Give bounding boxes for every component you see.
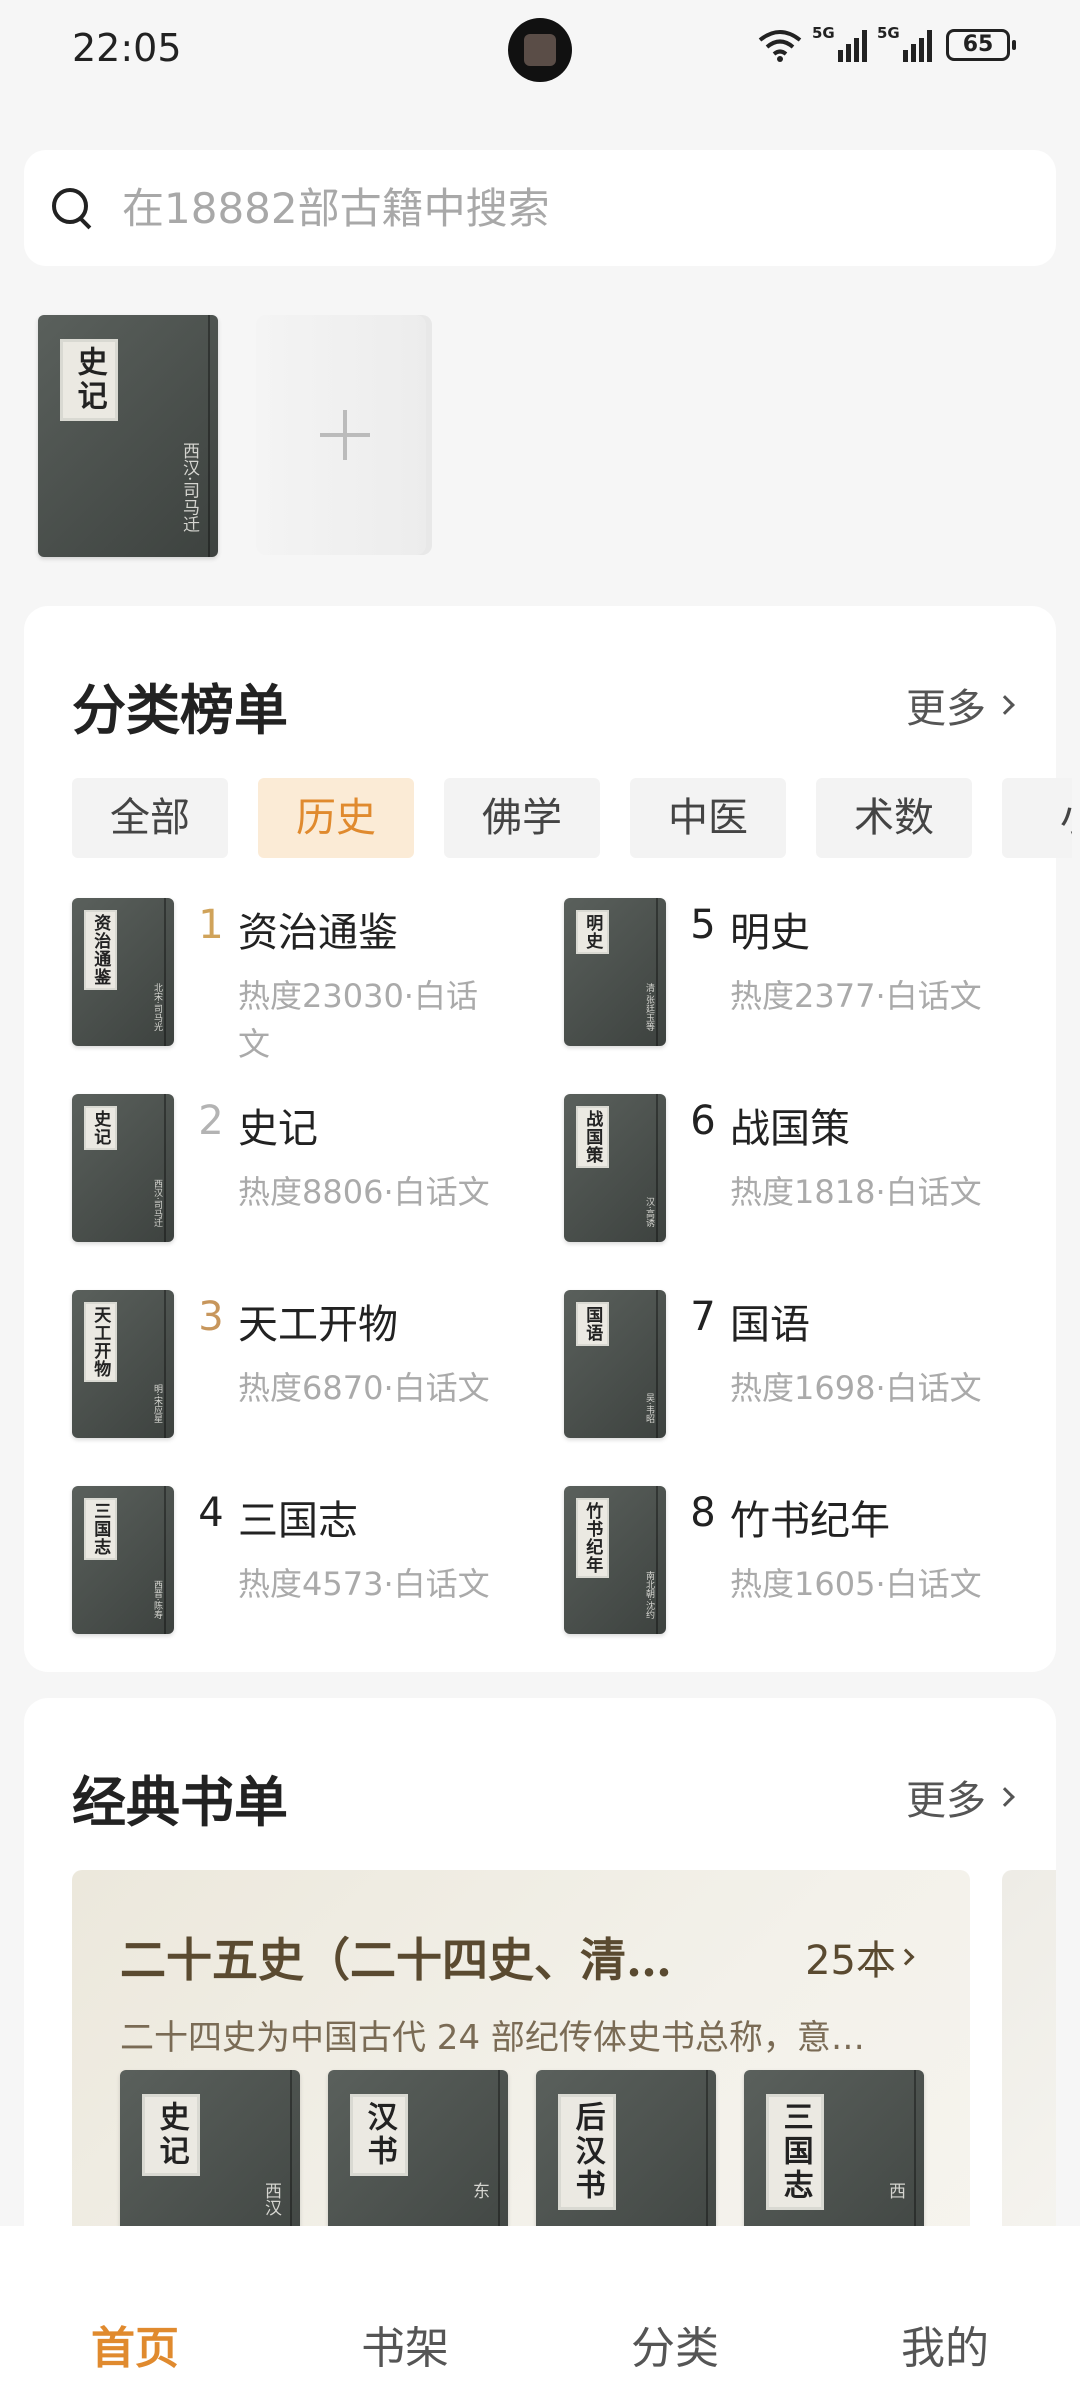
book-name: 史记 [238, 1106, 318, 1152]
rank-item[interactable]: 资治通鉴 北宋·司马光 1 资治通鉴 热度23030·白话文 [72, 898, 564, 1063]
book-cover: 天工开物 明·宋应星 [72, 1290, 174, 1438]
add-book-button[interactable] [256, 315, 432, 555]
book-name: 竹书纪年 [730, 1498, 890, 1544]
book-author: 西汉·司马迁 [179, 442, 199, 533]
book-title-label: 史记 [59, 339, 118, 422]
rank-number: 1 [198, 902, 224, 948]
status-time: 22:05 [72, 26, 182, 70]
signal-icon: 5G [812, 24, 867, 62]
nav-bookshelf[interactable]: 书架 [270, 2226, 540, 2400]
ranking-card: 分类榜单 更多 全部 历史 佛学 中医 术数 小 资治通鉴 北宋·司马光 1 资… [24, 606, 1072, 1672]
book-name: 天工开物 [238, 1302, 398, 1348]
status-bar: 22:05 5G 5G 65 [0, 0, 1080, 100]
book-cover: 战国策 汉·高诱 [564, 1094, 666, 1242]
rank-number: 2 [198, 1098, 224, 1144]
rank-number: 3 [198, 1294, 224, 1340]
book-name: 资治通鉴 [238, 910, 398, 956]
book-meta: 热度6870·白话文 [238, 1369, 490, 1407]
rank-number: 5 [690, 902, 716, 948]
chevron-right-icon [995, 1787, 1015, 1807]
book-list-count[interactable]: 25本 [805, 1928, 915, 1986]
nav-home[interactable]: 首页 [0, 2226, 270, 2400]
book-list-desc: 二十四史为中国古代 24 部纪传体史书总称，意… [120, 2018, 865, 2058]
chevron-right-icon [897, 1948, 915, 1966]
signal-icon: 5G [877, 24, 932, 62]
tab-partial[interactable]: 小 [1002, 778, 1072, 858]
status-icons: 5G 5G 65 [758, 24, 1016, 62]
recent-books: 史记 西汉·司马迁 [38, 315, 432, 557]
rank-number: 6 [690, 1098, 716, 1144]
book-list-panel[interactable]: 二十五史（二十四史、清… 25本 二十四史为中国古代 24 部纪传体史书总称，意… [72, 1870, 970, 2258]
book-meta: 热度1698·白话文 [730, 1369, 982, 1407]
classic-lists-card: 经典书单 更多 二十五史（二十四史、清… 25本 二十四史为中国古代 24 部纪… [24, 1698, 1056, 2258]
book-cover: 竹书纪年 南北朝·沈约 [564, 1486, 666, 1634]
classic-lists-title: 经典书单 [72, 1770, 288, 1834]
rank-number: 8 [690, 1490, 716, 1536]
wifi-icon [758, 30, 802, 62]
book-meta: 热度1605·白话文 [730, 1565, 982, 1603]
ranking-list: 资治通鉴 北宋·司马光 1 资治通鉴 热度23030·白话文 明史 清·张廷玉等… [72, 898, 1032, 1634]
book-name: 国语 [730, 1302, 810, 1348]
bottom-nav: 首页 书架 分类 我的 [0, 2226, 1080, 2400]
battery-icon: 65 [946, 29, 1016, 61]
book-cover: 三国志 西晋·陈寿 [72, 1486, 174, 1634]
rank-item[interactable]: 战国策 汉·高诱 6 战国策 热度1818·白话文 [564, 1094, 1032, 1242]
rank-item[interactable]: 三国志 西晋·陈寿 4 三国志 热度4573·白话文 [72, 1486, 564, 1634]
signal-label: 5G [877, 24, 900, 42]
tab-buddhism[interactable]: 佛学 [444, 778, 600, 858]
tab-history[interactable]: 历史 [258, 778, 414, 858]
nav-category[interactable]: 分类 [540, 2226, 810, 2400]
ranking-more-link[interactable]: 更多 [906, 676, 1015, 734]
search-bar[interactable] [24, 150, 1056, 266]
tab-medicine[interactable]: 中医 [630, 778, 786, 858]
book-cover: 明史 清·张廷玉等 [564, 898, 666, 1046]
book-meta: 热度2377·白话文 [730, 977, 982, 1015]
camera-cutout [508, 18, 572, 82]
book-cover: 史记 西汉·司马迁 [72, 1094, 174, 1242]
ranking-title: 分类榜单 [72, 678, 288, 742]
nav-me[interactable]: 我的 [810, 2226, 1080, 2400]
book-meta: 热度1818·白话文 [730, 1173, 982, 1211]
book-list-name: 二十五史（二十四史、清… [120, 1933, 672, 1987]
signal-label: 5G [812, 24, 835, 42]
tab-divination[interactable]: 术数 [816, 778, 972, 858]
book-meta: 热度4573·白话文 [238, 1565, 490, 1603]
book-name: 战国策 [730, 1106, 850, 1152]
book-meta: 热度23030·白话文 [238, 977, 478, 1063]
tab-all[interactable]: 全部 [72, 778, 228, 858]
category-tabs: 全部 历史 佛学 中医 术数 小 [72, 778, 1072, 858]
book-name: 三国志 [238, 1498, 358, 1544]
book-meta: 热度8806·白话文 [238, 1173, 490, 1211]
next-book-list-panel[interactable] [1002, 1870, 1056, 2258]
rank-item[interactable]: 国语 吴·韦昭 7 国语 热度1698·白话文 [564, 1290, 1032, 1438]
chevron-right-icon [995, 695, 1015, 715]
book-cover: 资治通鉴 北宋·司马光 [72, 898, 174, 1046]
rank-item[interactable]: 天工开物 明·宋应星 3 天工开物 热度6870·白话文 [72, 1290, 564, 1438]
rank-item[interactable]: 史记 西汉·司马迁 2 史记 热度8806·白话文 [72, 1094, 564, 1242]
search-input[interactable] [122, 183, 1002, 233]
rank-number: 7 [690, 1294, 716, 1340]
search-icon [50, 186, 94, 230]
rank-item[interactable]: 竹书纪年 南北朝·沈约 8 竹书纪年 热度1605·白话文 [564, 1486, 1032, 1634]
book-name: 明史 [730, 910, 810, 956]
book-cover: 国语 吴·韦昭 [564, 1290, 666, 1438]
rank-item[interactable]: 明史 清·张廷玉等 5 明史 热度2377·白话文 [564, 898, 1032, 1046]
recent-book-cover[interactable]: 史记 西汉·司马迁 [38, 315, 218, 557]
classic-lists-more-link[interactable]: 更多 [906, 1768, 1015, 1826]
rank-number: 4 [198, 1490, 224, 1536]
